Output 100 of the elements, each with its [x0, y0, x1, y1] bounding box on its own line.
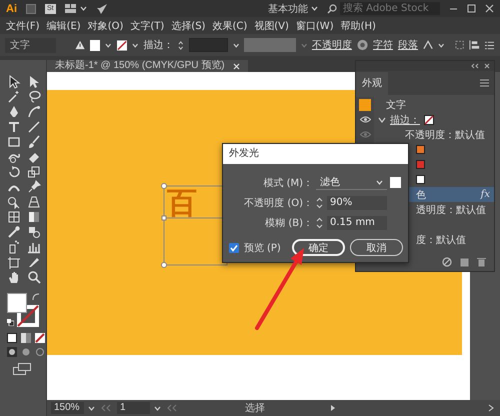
text-style-icon[interactable]: [423, 40, 434, 50]
recolor-icon[interactable]: [356, 39, 368, 51]
default-colors-icon[interactable]: [7, 319, 14, 326]
caret-icon[interactable]: [105, 42, 112, 48]
close-icon[interactable]: [484, 63, 490, 69]
screen-mode-icon[interactable]: [13, 363, 31, 375]
stroke-weight-field[interactable]: [188, 38, 228, 52]
workspace-label[interactable]: 基本功能: [268, 2, 308, 16]
menu-item[interactable]: 效果(C): [212, 18, 248, 32]
color-swatch[interactable]: [416, 175, 425, 184]
menu-item[interactable]: 窗口(W): [296, 18, 334, 32]
paragraph-link[interactable]: 段落: [398, 38, 418, 52]
lasso-icon[interactable]: [27, 90, 41, 104]
shape-builder-icon[interactable]: [7, 195, 21, 209]
knife-icon[interactable]: [27, 255, 41, 269]
transform-icon[interactable]: [454, 40, 464, 50]
hand-icon[interactable]: [7, 270, 21, 284]
selection-tool-icon[interactable]: [7, 75, 21, 89]
color-swatch[interactable]: [416, 145, 425, 154]
draw-normal-icon[interactable]: [7, 347, 17, 357]
menu-item[interactable]: 文字(T): [130, 18, 164, 32]
appearance-row[interactable]: 文字: [356, 97, 494, 112]
draw-inside-icon[interactable]: [35, 347, 45, 357]
duplicate-icon[interactable]: [460, 257, 469, 267]
close-icon[interactable]: [485, 4, 494, 13]
symbol-sprayer-icon[interactable]: [7, 240, 21, 254]
menu-item[interactable]: 视图(V): [254, 18, 289, 32]
artboard-icon[interactable]: [7, 255, 21, 269]
stroke-swatch-icon[interactable]: [424, 114, 434, 124]
search-field[interactable]: 搜索 Adobe Stock: [340, 2, 440, 15]
scroll-right-icon[interactable]: [488, 404, 494, 412]
bridge-icon[interactable]: [26, 4, 36, 14]
maximize-icon[interactable]: [467, 4, 476, 13]
menu-item[interactable]: 选择(S): [171, 18, 206, 32]
type-tool-icon[interactable]: [7, 120, 21, 134]
fill-swatch[interactable]: [90, 40, 100, 50]
pen-icon[interactable]: [7, 105, 21, 119]
caret-icon[interactable]: [311, 6, 318, 11]
rocket-icon[interactable]: [96, 2, 108, 14]
caret-icon[interactable]: [154, 406, 161, 410]
paintbrush-icon[interactable]: [27, 135, 41, 149]
ok-button[interactable]: 确定: [292, 239, 345, 256]
fx-badge[interactable]: fx: [480, 189, 490, 200]
pushpin-icon[interactable]: [27, 180, 41, 194]
profile-field[interactable]: [244, 38, 296, 52]
menu-item[interactable]: 文件(F): [6, 18, 40, 32]
menu-item[interactable]: 帮助(H): [340, 18, 376, 32]
caret-icon[interactable]: [132, 42, 138, 48]
clear-icon[interactable]: [442, 257, 452, 267]
menu-item[interactable]: 编辑(E): [46, 18, 81, 32]
line-tool-icon[interactable]: [27, 120, 41, 134]
value-field[interactable]: 90%: [327, 196, 387, 210]
mesh-icon[interactable]: [7, 210, 21, 224]
chevron-icon[interactable]: [378, 116, 386, 124]
character-link[interactable]: 字符: [373, 38, 393, 52]
panel-tab[interactable]: 外观: [356, 72, 388, 95]
warning-icon[interactable]: [75, 40, 86, 50]
cancel-button[interactable]: 取消: [350, 239, 403, 256]
document-tab[interactable]: 未标题-1* @ 150% (CMYK/GPU 预览): [47, 60, 248, 72]
scale-icon[interactable]: [27, 165, 41, 179]
mode-select[interactable]: 滤色: [316, 175, 387, 190]
panel-menu-icon[interactable]: [480, 79, 489, 87]
color-swatch[interactable]: [416, 160, 425, 169]
opacity-link[interactable]: 不透明度: [312, 38, 352, 52]
caret-icon[interactable]: [232, 42, 239, 48]
layout-icon[interactable]: [64, 4, 77, 13]
bar-graph-icon[interactable]: [27, 240, 41, 254]
spinner-icon[interactable]: [178, 40, 184, 50]
gradient-icon[interactable]: [27, 210, 41, 224]
spinner-icon[interactable]: [316, 217, 323, 229]
caret-icon[interactable]: [80, 6, 87, 11]
zoom-field[interactable]: 150%: [51, 402, 84, 414]
artboard-field[interactable]: 1: [117, 402, 150, 414]
swap-icon[interactable]: [32, 293, 40, 301]
perspective-grid-icon[interactable]: [27, 195, 41, 209]
draw-behind-icon[interactable]: [21, 347, 31, 357]
appearance-row[interactable]: 描边：: [356, 112, 494, 127]
caret-icon[interactable]: [438, 42, 445, 48]
color-mode-icon[interactable]: [7, 333, 17, 343]
spinner-icon[interactable]: [316, 197, 323, 209]
preview-checkbox[interactable]: [229, 242, 239, 252]
menu-list-icon[interactable]: [484, 40, 494, 50]
fill-swatch[interactable]: [7, 293, 27, 313]
rotate-icon[interactable]: [7, 165, 21, 179]
caret-icon[interactable]: [88, 406, 95, 410]
zoom-icon[interactable]: [27, 270, 41, 284]
eraser-icon[interactable]: [27, 150, 41, 164]
blend-icon[interactable]: [27, 225, 41, 239]
direct-selection-icon[interactable]: [27, 75, 41, 89]
collapse-icon[interactable]: [471, 63, 479, 69]
trash-icon[interactable]: [477, 257, 486, 267]
value-field[interactable]: 0.15 mm: [327, 216, 387, 230]
none-mode-icon[interactable]: [35, 333, 45, 343]
stroke-swatch-icon[interactable]: [116, 40, 127, 50]
glow-color-swatch[interactable]: [390, 177, 401, 188]
magic-wand-icon[interactable]: [7, 90, 21, 104]
curvature-icon[interactable]: [27, 105, 41, 119]
play-icon[interactable]: [329, 404, 337, 412]
menu-item[interactable]: 对象(O): [88, 18, 124, 32]
appearance-row[interactable]: 不透明度：默认值: [356, 127, 494, 142]
